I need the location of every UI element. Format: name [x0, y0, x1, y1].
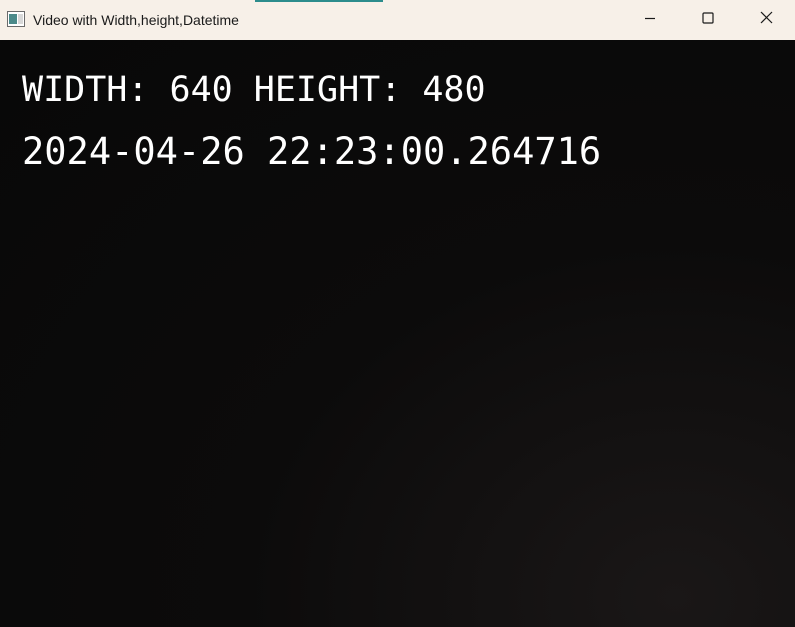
app-window-icon — [7, 11, 25, 27]
app-window: Video with Width,height,Datetime WIDTH: … — [0, 0, 795, 627]
video-datetime-overlay: 2024-04-26 22:23:00.264716 — [22, 130, 602, 173]
maximize-button[interactable] — [679, 0, 737, 40]
video-frame: WIDTH: 640 HEIGHT: 480 2024-04-26 22:23:… — [0, 40, 795, 627]
titlebar-accent-strip — [255, 0, 383, 2]
minimize-button[interactable] — [621, 0, 679, 40]
close-button[interactable] — [737, 0, 795, 40]
video-dimensions-overlay: WIDTH: 640 HEIGHT: 480 — [22, 70, 486, 110]
window-title: Video with Width,height,Datetime — [33, 12, 239, 28]
close-icon — [760, 11, 773, 29]
maximize-icon — [702, 11, 714, 29]
minimize-icon — [644, 11, 656, 29]
title-bar[interactable]: Video with Width,height,Datetime — [0, 0, 795, 40]
